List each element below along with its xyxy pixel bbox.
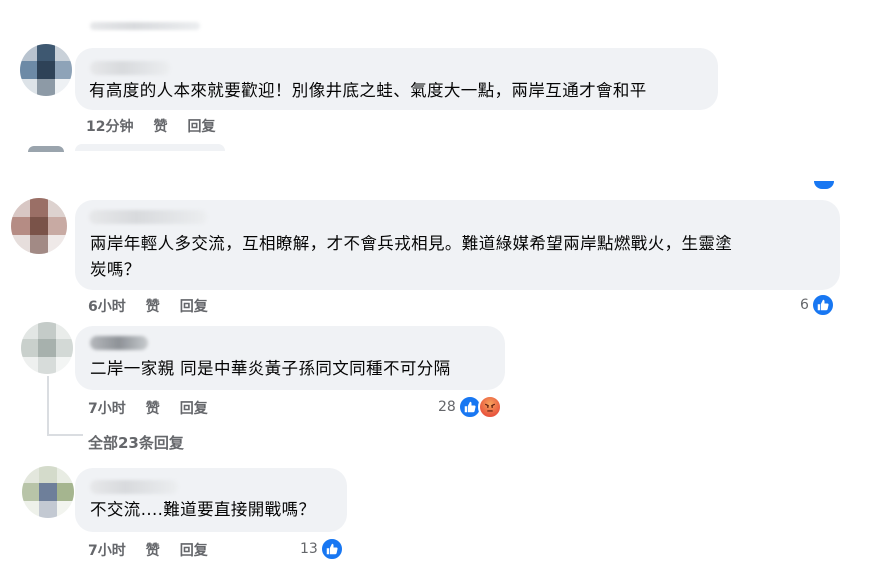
commenter-name[interactable] <box>90 336 148 350</box>
avatar[interactable] <box>21 322 73 374</box>
view-all-replies-button[interactable]: 全部23条回复 <box>88 432 184 453</box>
thumbs-up-icon <box>814 181 834 189</box>
comment-bubble: 不交流....難道要直接開戰嗎？ <box>75 468 347 532</box>
comment-bubble: 有高度的人本來就要歡迎！別像井底之蛙、氣度大一點，兩岸互通才會和平 <box>75 48 718 110</box>
comment-text: 有高度的人本來就要歡迎！別像井底之蛙、氣度大一點，兩岸互通才會和平 <box>89 81 647 100</box>
comment-time[interactable]: 6小时 <box>88 296 126 316</box>
reply-button[interactable]: 回复 <box>180 540 208 560</box>
avatar[interactable] <box>11 198 67 254</box>
comment-actions: 6小时 赞 回复 <box>88 296 228 316</box>
avatar <box>28 146 64 152</box>
comment-time[interactable]: 7小时 <box>88 398 126 418</box>
like-button[interactable]: 赞 <box>153 116 167 136</box>
avatar[interactable] <box>22 466 74 518</box>
angry-face-icon <box>477 395 502 419</box>
reply-button[interactable]: 回复 <box>180 296 208 316</box>
like-button[interactable]: 赞 <box>146 296 160 316</box>
comment-text: 不交流....難道要直接開戰嗎？ <box>90 500 316 519</box>
thumbs-up-icon <box>810 293 835 317</box>
reaction-summary[interactable]: 6 <box>800 293 835 317</box>
thread-connector <box>47 376 49 436</box>
comment-time[interactable]: 12分钟 <box>86 116 133 136</box>
like-button[interactable]: 赞 <box>146 398 160 418</box>
comment-text-line-2: 炭嗎？ <box>90 260 141 279</box>
comment-actions: 7小时 赞 回复 <box>88 398 228 418</box>
comment-actions: 12分钟 赞 回复 <box>86 116 235 136</box>
comment-text: 二岸一家親 同是中華炎黃子孫同文同種不可分隔 <box>90 359 451 378</box>
commenter-name[interactable] <box>90 61 170 75</box>
like-button[interactable]: 赞 <box>146 540 160 560</box>
thread-connector <box>47 434 83 436</box>
reaction-summary[interactable]: 13 <box>300 537 344 561</box>
reaction-count: 28 <box>438 399 456 415</box>
reply-button[interactable]: 回复 <box>187 116 215 136</box>
thumbs-up-icon <box>319 537 344 561</box>
comment-text: 兩岸年輕人多交流，互相瞭解，才不會兵戎相見。難道綠媒希望兩岸點燃戰火，生靈塗 <box>90 234 733 253</box>
comment-bubble: 兩岸年輕人多交流，互相瞭解，才不會兵戎相見。難道綠媒希望兩岸點燃戰火，生靈塗 炭… <box>75 200 840 290</box>
cutoff-top-text <box>90 22 200 30</box>
reaction-count: 6 <box>800 297 809 313</box>
commenter-name[interactable] <box>89 210 207 224</box>
comment-actions: 7小时 赞 回复 <box>88 540 228 560</box>
comment-bubble <box>75 144 225 151</box>
comment-time[interactable]: 7小时 <box>88 540 126 560</box>
avatar[interactable] <box>20 44 72 96</box>
commenter-name[interactable] <box>90 480 178 494</box>
reaction-summary[interactable]: 28 <box>438 395 502 419</box>
reply-button[interactable]: 回复 <box>180 398 208 418</box>
comment-bubble: 二岸一家親 同是中華炎黃子孫同文同種不可分隔 <box>75 326 505 390</box>
reaction-count: 13 <box>300 541 318 557</box>
